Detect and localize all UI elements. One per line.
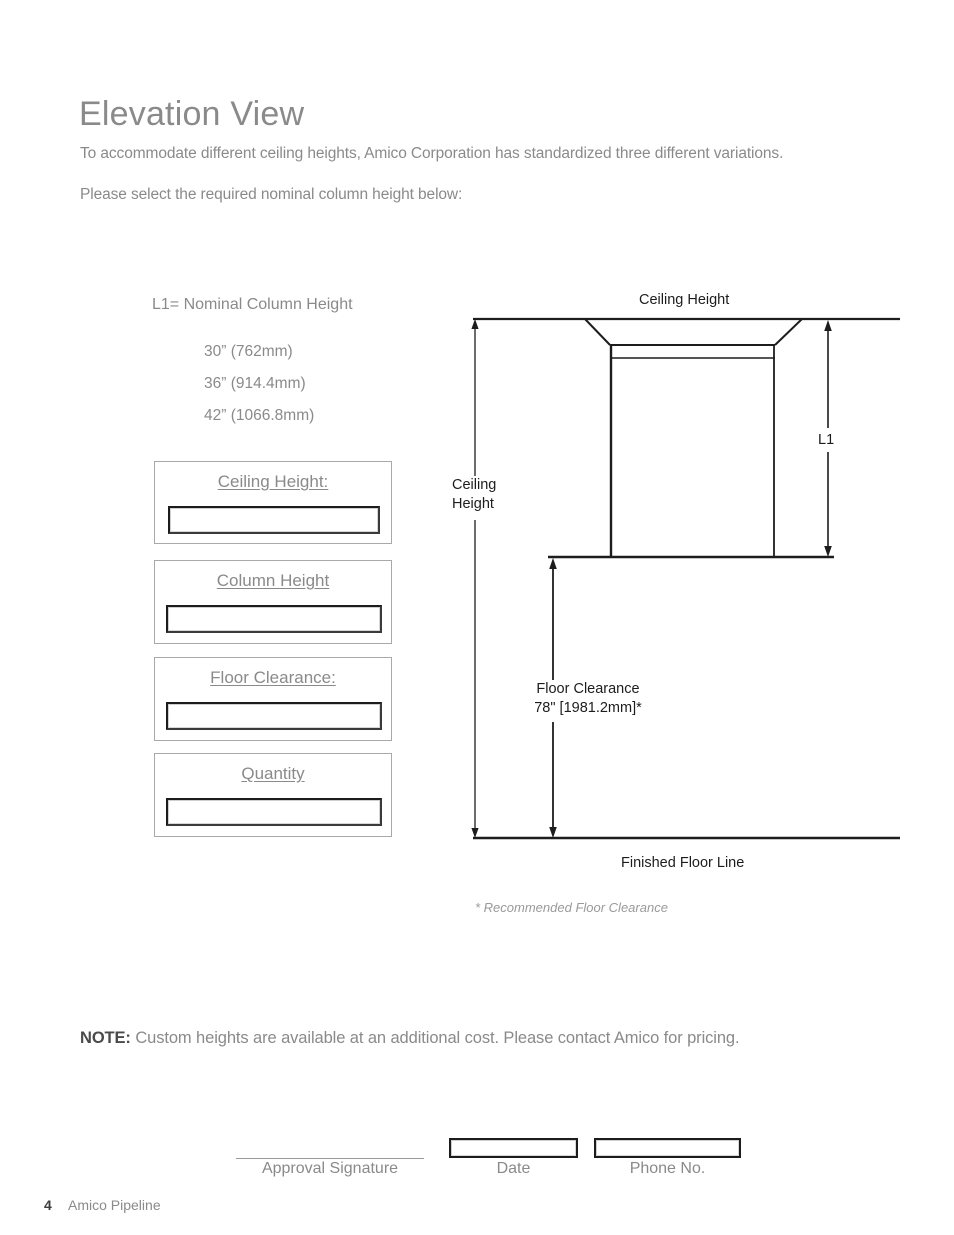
ceiling-side-line2: Height	[452, 496, 494, 512]
column-height-label: Column Height	[216, 571, 330, 590]
date-input[interactable]	[449, 1138, 578, 1158]
diagram-ceiling-height-top-label: Ceiling Height	[639, 292, 730, 308]
floor-clearance-arrow-bottom	[549, 827, 557, 838]
date-label: Date	[496, 1160, 531, 1177]
floor-clearance-line1: Floor Clearance	[536, 681, 640, 697]
elevation-drawing: Ceiling Height Ceiling Height L1 Floor C…	[430, 280, 930, 940]
floor-clearance-input[interactable]	[166, 702, 382, 730]
l1-arrow-top	[824, 320, 832, 331]
note-text: Custom heights are available at an addit…	[135, 1029, 740, 1047]
diagram-finished-floor-label: Finished Floor Line	[621, 855, 745, 871]
canopy-left-edge	[584, 318, 611, 346]
height-option-30: 30” (762mm)	[204, 343, 293, 360]
diagram-floor-clearance-label: Floor Clearance 78" [1981.2mm]*	[498, 680, 678, 718]
quantity-input[interactable]	[166, 798, 382, 826]
field-group-column-height: Column Height	[154, 560, 392, 644]
height-option-36: 36” (914.4mm)	[204, 375, 306, 392]
floor-clearance-arrow-top	[549, 558, 557, 569]
ceiling-height-label: Ceiling Height:	[217, 472, 329, 491]
footer-page-number: 4	[44, 1197, 52, 1213]
document-page: Elevation View To accommodate different …	[0, 0, 954, 1235]
l1-definition-label: L1= Nominal Column Height	[152, 296, 353, 313]
ceiling-side-line1: Ceiling	[452, 477, 497, 493]
height-option-42: 42” (1066.8mm)	[204, 407, 315, 424]
intro-paragraph-1: To accommodate different ceiling heights…	[80, 145, 784, 162]
diagram-footnote: * Recommended Floor Clearance	[475, 900, 668, 915]
approval-signature-line	[236, 1158, 424, 1159]
intro-paragraph-2: Please select the required nominal colum…	[80, 186, 463, 203]
column-height-input[interactable]	[166, 605, 382, 633]
quantity-label: Quantity	[241, 764, 305, 783]
note-paragraph: NOTE: Custom heights are available at an…	[80, 1029, 740, 1048]
elevation-drawing-svg	[471, 317, 900, 840]
field-group-floor-clearance: Floor Clearance:	[154, 657, 392, 741]
note-prefix: NOTE:	[80, 1029, 131, 1047]
page-title: Elevation View	[79, 94, 305, 133]
approval-signature-label: Approval Signature	[261, 1160, 399, 1177]
phone-number-input[interactable]	[594, 1138, 741, 1158]
diagram-l1-label: L1	[818, 432, 835, 448]
canopy-right-edge	[774, 318, 803, 346]
field-group-quantity: Quantity	[154, 753, 392, 837]
phone-number-label: Phone No.	[629, 1160, 706, 1177]
diagram-ceiling-height-side-label: Ceiling Height	[452, 476, 496, 514]
ceiling-height-arrow-bottom	[471, 828, 479, 838]
footer-brand: Amico Pipeline	[68, 1197, 161, 1213]
ceiling-height-arrow-top	[471, 319, 479, 329]
l1-arrow-bottom	[824, 546, 832, 557]
floor-clearance-line2: 78" [1981.2mm]*	[534, 700, 642, 716]
field-group-ceiling-height: Ceiling Height:	[154, 461, 392, 544]
floor-clearance-label: Floor Clearance:	[210, 668, 336, 687]
ceiling-height-input[interactable]	[168, 506, 380, 534]
